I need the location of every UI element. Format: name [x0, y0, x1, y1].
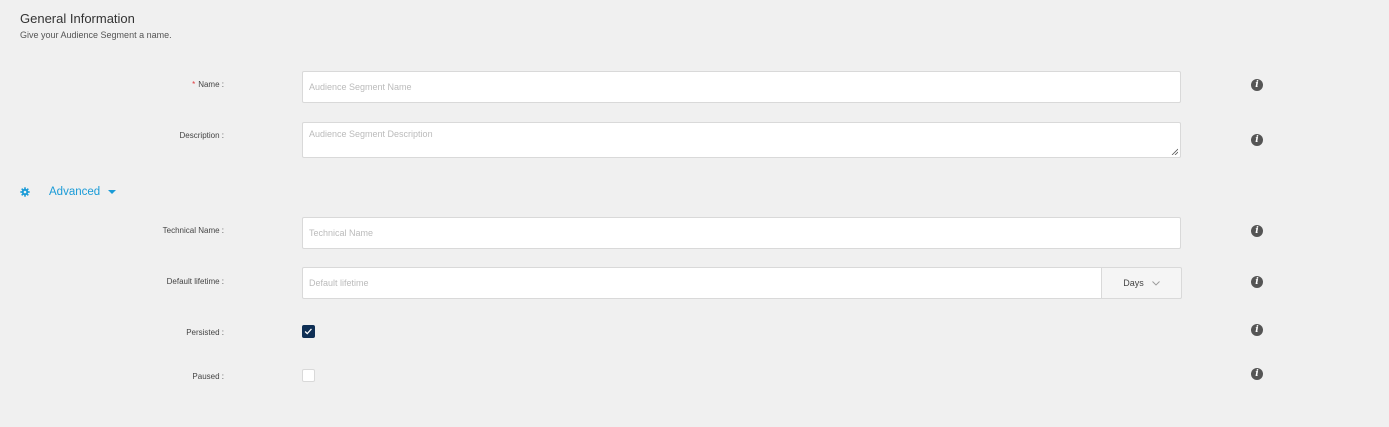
technical-name-input[interactable]: Technical Name — [302, 217, 1181, 249]
default-lifetime-placeholder: Default lifetime — [309, 278, 369, 288]
chevron-down-icon — [1151, 280, 1160, 286]
paused-checkbox[interactable] — [302, 369, 315, 382]
caret-down-icon — [108, 190, 117, 194]
technical-name-info-icon[interactable]: i — [1251, 225, 1263, 237]
persisted-checkbox[interactable] — [302, 325, 315, 338]
advanced-label: Advanced — [49, 186, 101, 198]
name-placeholder: Audience Segment Name — [309, 82, 412, 92]
section-subtitle: Give your Audience Segment a name. — [20, 30, 172, 40]
lifetime-unit-select[interactable]: Days — [1101, 267, 1182, 299]
checkmark-icon — [304, 328, 312, 335]
gear-icon — [20, 187, 30, 197]
persisted-label: Persisted : — [186, 328, 224, 337]
default-lifetime-info-icon[interactable]: i — [1251, 276, 1263, 288]
resize-grip-icon[interactable] — [1171, 148, 1178, 155]
advanced-toggle[interactable]: Advanced — [20, 186, 117, 198]
description-info-icon[interactable]: i — [1251, 134, 1263, 146]
name-input[interactable]: Audience Segment Name — [302, 71, 1181, 103]
lifetime-unit-value: Days — [1123, 278, 1144, 288]
persisted-info-icon[interactable]: i — [1251, 324, 1263, 336]
paused-label: Paused : — [192, 372, 224, 381]
technical-name-placeholder: Technical Name — [309, 228, 374, 238]
description-textarea[interactable]: Audience Segment Description — [302, 122, 1181, 158]
technical-name-label: Technical Name : — [162, 226, 224, 235]
section-title: General Information — [20, 11, 135, 26]
paused-info-icon[interactable]: i — [1251, 368, 1263, 380]
name-info-icon[interactable]: i — [1251, 79, 1263, 91]
name-label-text: Name : — [198, 80, 224, 89]
required-mark: * — [192, 80, 196, 89]
name-label: * Name : — [192, 80, 224, 89]
default-lifetime-input[interactable]: Default lifetime — [302, 267, 1102, 299]
description-label: Description : — [179, 131, 224, 140]
default-lifetime-label: Default lifetime : — [166, 277, 224, 286]
description-placeholder: Audience Segment Description — [309, 129, 433, 139]
